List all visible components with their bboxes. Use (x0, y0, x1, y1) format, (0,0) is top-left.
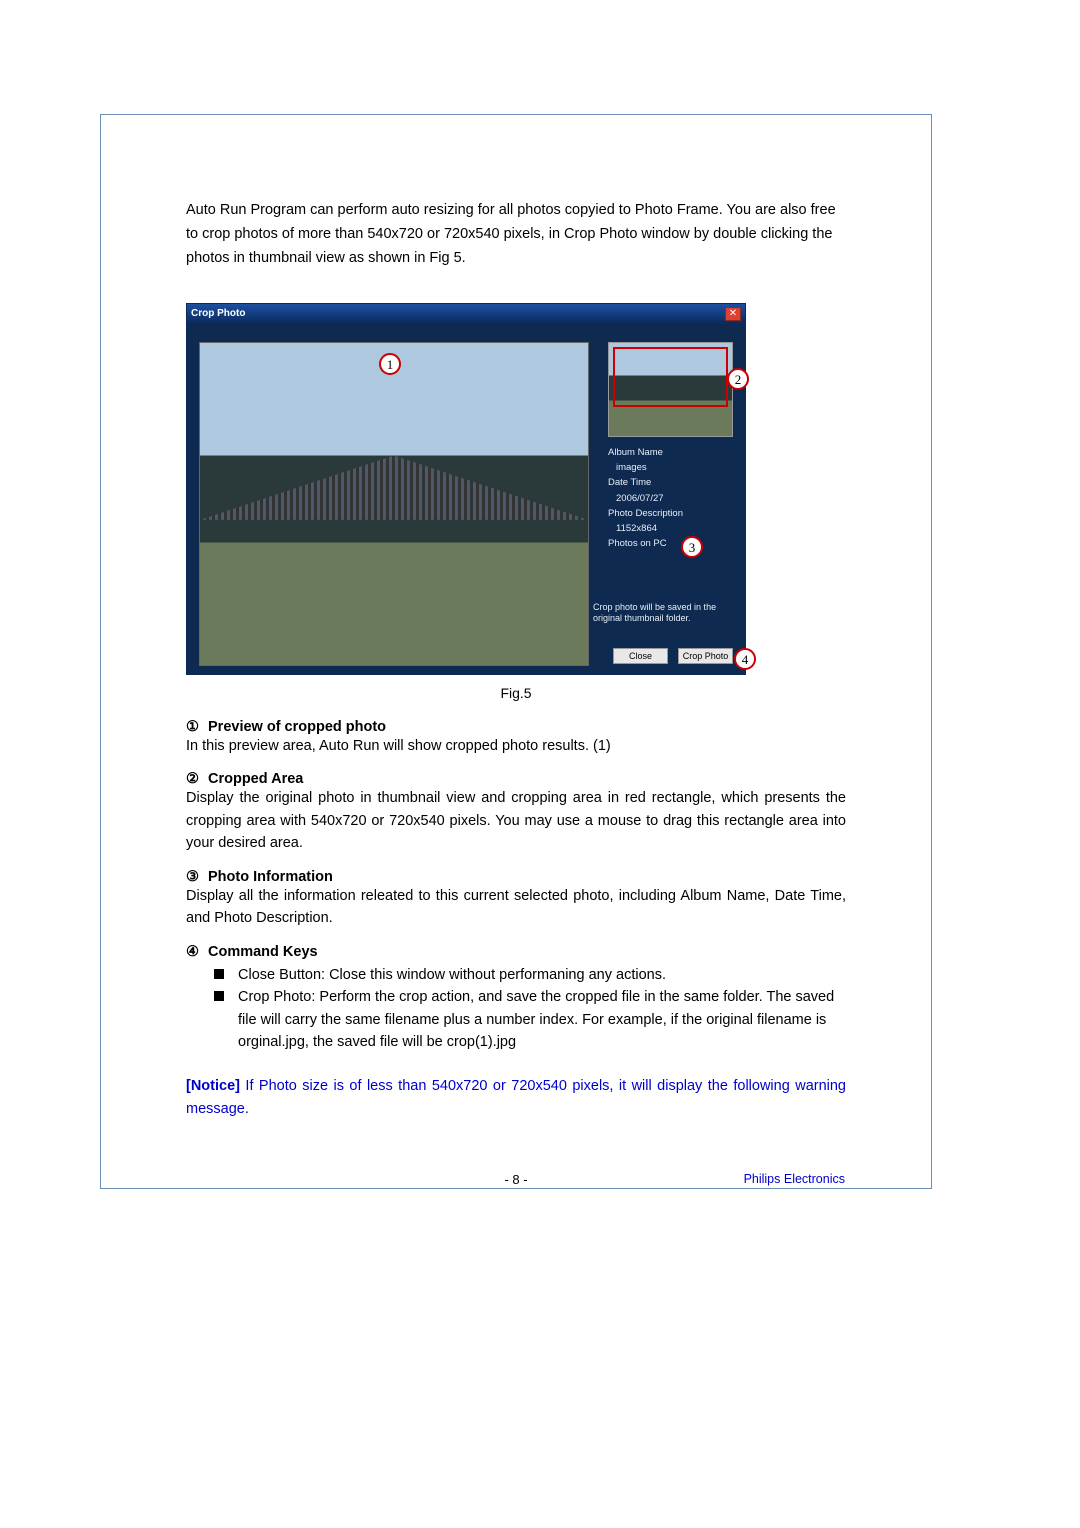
section-2-title: Cropped Area (208, 771, 303, 787)
callout-2: 2 (727, 368, 749, 390)
figure-caption: Fig.5 (186, 685, 846, 701)
notice-text: If Photo size is of less than 540x720 or… (186, 1078, 846, 1116)
section-2-number: ② (186, 771, 208, 787)
album-name-value: images (608, 461, 733, 475)
crop-photo-window: Crop Photo ✕ Album Name images Date Time (186, 303, 746, 675)
content-column: Auto Run Program can perform auto resizi… (186, 199, 846, 1120)
crop-rectangle[interactable] (613, 347, 728, 407)
section-2-heading: ②Cropped Area (186, 771, 846, 787)
intro-paragraph: Auto Run Program can perform auto resizi… (186, 199, 846, 271)
figure-5: Crop Photo ✕ Album Name images Date Time (186, 303, 846, 701)
crop-window-body: Album Name images Date Time 2006/07/27 P… (187, 324, 745, 674)
section-3-body: Display all the information releated to … (186, 885, 846, 930)
date-time-value: 2006/07/27 (608, 492, 733, 506)
preview-roof-shape (200, 455, 588, 519)
section-4-number: ④ (186, 944, 208, 960)
original-thumbnail[interactable] (608, 342, 733, 437)
crop-photo-button[interactable]: Crop Photo (678, 648, 733, 664)
bullet-item: Crop Photo: Perform the crop action, and… (214, 986, 846, 1053)
numbered-sections: ①Preview of cropped photo In this previe… (186, 719, 846, 1121)
photo-description-value: 1152x864 (608, 522, 733, 536)
square-bullet-icon (214, 991, 224, 1001)
section-3-number: ③ (186, 869, 208, 885)
section-4-bullets: Close Button: Close this window without … (186, 964, 846, 1054)
section-3-title: Photo Information (208, 869, 333, 885)
section-1-title: Preview of cropped photo (208, 719, 386, 735)
section-3-heading: ③Photo Information (186, 869, 846, 885)
page-number: - 8 - (504, 1172, 527, 1187)
bullet-text: Close Button: Close this window without … (238, 964, 846, 986)
close-button[interactable]: Close (613, 648, 668, 664)
photos-on-pc-label: Photos on PC (608, 537, 733, 551)
save-location-note: Crop photo will be saved in the original… (593, 602, 733, 625)
photo-description-label: Photo Description (608, 507, 733, 521)
notice-label: [Notice] (186, 1078, 240, 1094)
callout-4: 4 (734, 648, 756, 670)
cropped-preview-area (199, 342, 589, 666)
bullet-item: Close Button: Close this window without … (214, 964, 846, 986)
square-bullet-icon (214, 969, 224, 979)
window-title: Crop Photo (191, 308, 245, 319)
section-4-title: Command Keys (208, 944, 318, 960)
date-time-label: Date Time (608, 476, 733, 490)
command-button-row: Close Crop Photo (613, 648, 733, 664)
callout-3: 3 (681, 536, 703, 558)
section-4-heading: ④Command Keys (186, 944, 846, 960)
page-frame: Auto Run Program can perform auto resizi… (100, 114, 932, 1189)
section-1-number: ① (186, 719, 208, 735)
section-2-body: Display the original photo in thumbnail … (186, 787, 846, 854)
section-1-heading: ①Preview of cropped photo (186, 719, 846, 735)
callout-1: 1 (379, 353, 401, 375)
bullet-text: Crop Photo: Perform the crop action, and… (238, 986, 846, 1053)
footer-brand: Philips Electronics (744, 1172, 845, 1186)
album-name-label: Album Name (608, 446, 733, 460)
notice-paragraph: [Notice] If Photo size is of less than 5… (186, 1075, 846, 1120)
window-titlebar: Crop Photo ✕ (187, 304, 745, 324)
close-icon[interactable]: ✕ (725, 307, 741, 321)
section-1-body: In this preview area, Auto Run will show… (186, 735, 846, 757)
photo-info-panel: Album Name images Date Time 2006/07/27 P… (608, 446, 733, 553)
